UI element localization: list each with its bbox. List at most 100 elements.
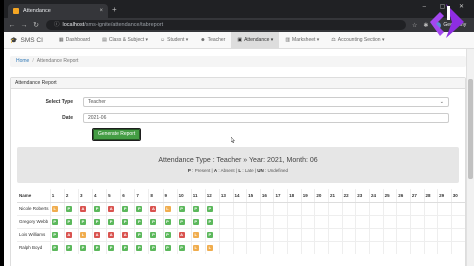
report-summary: Attendance Type : Teacher » Year: 2021, … bbox=[17, 147, 459, 183]
attendance-mark: P bbox=[136, 244, 143, 251]
attendance-cell: P bbox=[176, 201, 192, 215]
attendance-cell bbox=[368, 227, 384, 241]
breadcrumb: Home / Attendance Report bbox=[10, 56, 466, 67]
day-column-header: 18 bbox=[287, 189, 302, 203]
attendance-mark: P bbox=[51, 231, 58, 238]
attendance-cell bbox=[382, 240, 397, 254]
attendance-cell bbox=[355, 227, 370, 241]
attendance-cell bbox=[341, 201, 356, 215]
attendance-mark: L bbox=[206, 244, 213, 251]
attendance-cell: A bbox=[106, 201, 121, 215]
attendance-cell bbox=[382, 214, 397, 228]
attendance-cell bbox=[409, 240, 424, 254]
attendance-cell bbox=[382, 201, 397, 215]
attendance-cell: P bbox=[148, 240, 164, 254]
reload-icon[interactable]: ↻ bbox=[32, 21, 40, 29]
attendance-cell bbox=[246, 240, 261, 254]
attendance-table: Name 1 2 3 4 5 6 7 8 9 10 11 12 13 14 15 16 17 18 19 20 21 22… bbox=[17, 189, 465, 254]
nav-dashboard[interactable]: ▦ Dashboard bbox=[53, 32, 96, 49]
type-select[interactable]: Teacher ⌄ bbox=[83, 97, 449, 107]
attendance-cell bbox=[287, 214, 302, 228]
attendance-cell bbox=[259, 240, 274, 254]
attendance-cell bbox=[341, 240, 356, 254]
nav-attendance[interactable]: ▣ Attendance ▾ bbox=[231, 31, 280, 49]
new-tab-icon[interactable]: + bbox=[112, 5, 117, 15]
table-header-row: Name 1 2 3 4 5 6 7 8 9 10 11 12 13 14 15 16 17 18 19 20 21 22… bbox=[17, 189, 465, 203]
forward-icon[interactable]: → bbox=[20, 22, 28, 29]
screen: Attendance × + – ▢ ✕ ← → ↻ ⓘ localhost/sm… bbox=[4, 0, 474, 266]
attendance-cell: P bbox=[120, 201, 135, 215]
marksheet-icon: ▥ bbox=[285, 36, 291, 43]
scrollbar-thumb[interactable] bbox=[468, 79, 473, 179]
day-column-header: 21 bbox=[328, 189, 343, 203]
attendance-mark: P bbox=[136, 231, 143, 238]
browser-tab[interactable]: Attendance × bbox=[8, 4, 108, 18]
attendance-cell: P bbox=[134, 214, 149, 228]
attendance-mark: P bbox=[150, 231, 157, 238]
page-scrollbar[interactable] bbox=[466, 49, 474, 266]
attendance-mark: P bbox=[136, 218, 143, 225]
nav-marksheet[interactable]: ▥ Marksheet ▾ bbox=[279, 32, 325, 49]
attendance-cell bbox=[355, 201, 370, 215]
attendance-cell bbox=[409, 214, 424, 228]
type-row: Select Type Teacher ⌄ bbox=[11, 97, 449, 107]
attendance-cell bbox=[423, 201, 438, 215]
attendance-cell bbox=[423, 227, 438, 241]
attendance-cell: P bbox=[92, 214, 107, 228]
breadcrumb-home-link[interactable]: Home bbox=[16, 58, 29, 64]
attendance-cell bbox=[328, 227, 343, 241]
attendance-cell: P bbox=[49, 240, 65, 254]
attendance-cell bbox=[423, 214, 438, 228]
attendance-cell: P bbox=[120, 240, 135, 254]
nav-accounting[interactable]: ⚖ Accounting Section ▾ bbox=[325, 32, 390, 49]
attendance-cell: L bbox=[49, 201, 65, 215]
attendance-cell bbox=[287, 201, 302, 215]
attendance-mark: P bbox=[94, 244, 101, 251]
attendance-cell: L bbox=[162, 201, 178, 215]
nav-teacher[interactable]: ☻ Teacher bbox=[194, 32, 231, 49]
attendance-cell: A bbox=[106, 227, 121, 241]
attendance-mark: P bbox=[108, 244, 115, 251]
attendance-cell bbox=[273, 214, 288, 228]
attendance-cell bbox=[450, 214, 465, 228]
attendance-mark: P bbox=[178, 244, 185, 251]
attendance-cell: P bbox=[49, 227, 65, 241]
attendance-mark: A bbox=[94, 231, 101, 238]
day-column-header: 5 bbox=[106, 189, 121, 203]
date-input[interactable]: 2021-06 bbox=[83, 113, 449, 123]
report-legend: P : Present | A : Absent | L : Late | UN… bbox=[187, 168, 289, 173]
attendance-mark: P bbox=[122, 205, 129, 212]
attendance-mark: P bbox=[51, 244, 58, 251]
star-icon[interactable]: ☆ bbox=[412, 22, 417, 29]
attendance-mark: P bbox=[206, 231, 213, 238]
attendance-cell bbox=[328, 214, 343, 228]
close-tab-icon[interactable]: × bbox=[99, 8, 103, 14]
attendance-mark: A bbox=[79, 205, 86, 212]
day-column-header: 12 bbox=[204, 189, 220, 203]
attendance-cell bbox=[300, 214, 315, 228]
nav-student[interactable]: ☺ Student ▾ bbox=[154, 32, 194, 49]
attendance-cell bbox=[232, 214, 247, 228]
day-column-header: 7 bbox=[134, 189, 149, 203]
day-column-header: 2 bbox=[63, 189, 79, 203]
brand[interactable]: 🎓 SMS CI bbox=[10, 37, 43, 44]
attendance-mark: P bbox=[79, 244, 86, 251]
generate-report-button[interactable]: Generate Report bbox=[91, 128, 142, 141]
attendance-cell bbox=[218, 214, 234, 228]
nav-class-subject[interactable]: ▤ Class & Subject ▾ bbox=[96, 32, 154, 49]
attendance-cell bbox=[341, 214, 356, 228]
attendance-cell bbox=[409, 227, 424, 241]
attendance-cell bbox=[382, 227, 397, 241]
breadcrumb-separator: / bbox=[32, 58, 34, 64]
attendance-mark: P bbox=[94, 205, 101, 212]
breadcrumb-current: Attendance Report bbox=[36, 58, 79, 64]
back-icon[interactable]: ← bbox=[8, 22, 16, 29]
book-icon: ▤ bbox=[102, 36, 107, 43]
legend-code: P bbox=[187, 168, 191, 173]
attendance-cell: L bbox=[204, 240, 220, 254]
attendance-cell bbox=[259, 227, 274, 241]
app-navbar: 🎓 SMS CI ▦ Dashboard ▤ Class & Subject ▾… bbox=[4, 31, 474, 49]
nav-class-subject-label: Class & Subject bbox=[108, 36, 145, 43]
mouse-cursor-icon bbox=[231, 137, 235, 143]
url-field[interactable]: ⓘ localhost/sms-ignite/attendance/tabrepo… bbox=[46, 20, 406, 30]
